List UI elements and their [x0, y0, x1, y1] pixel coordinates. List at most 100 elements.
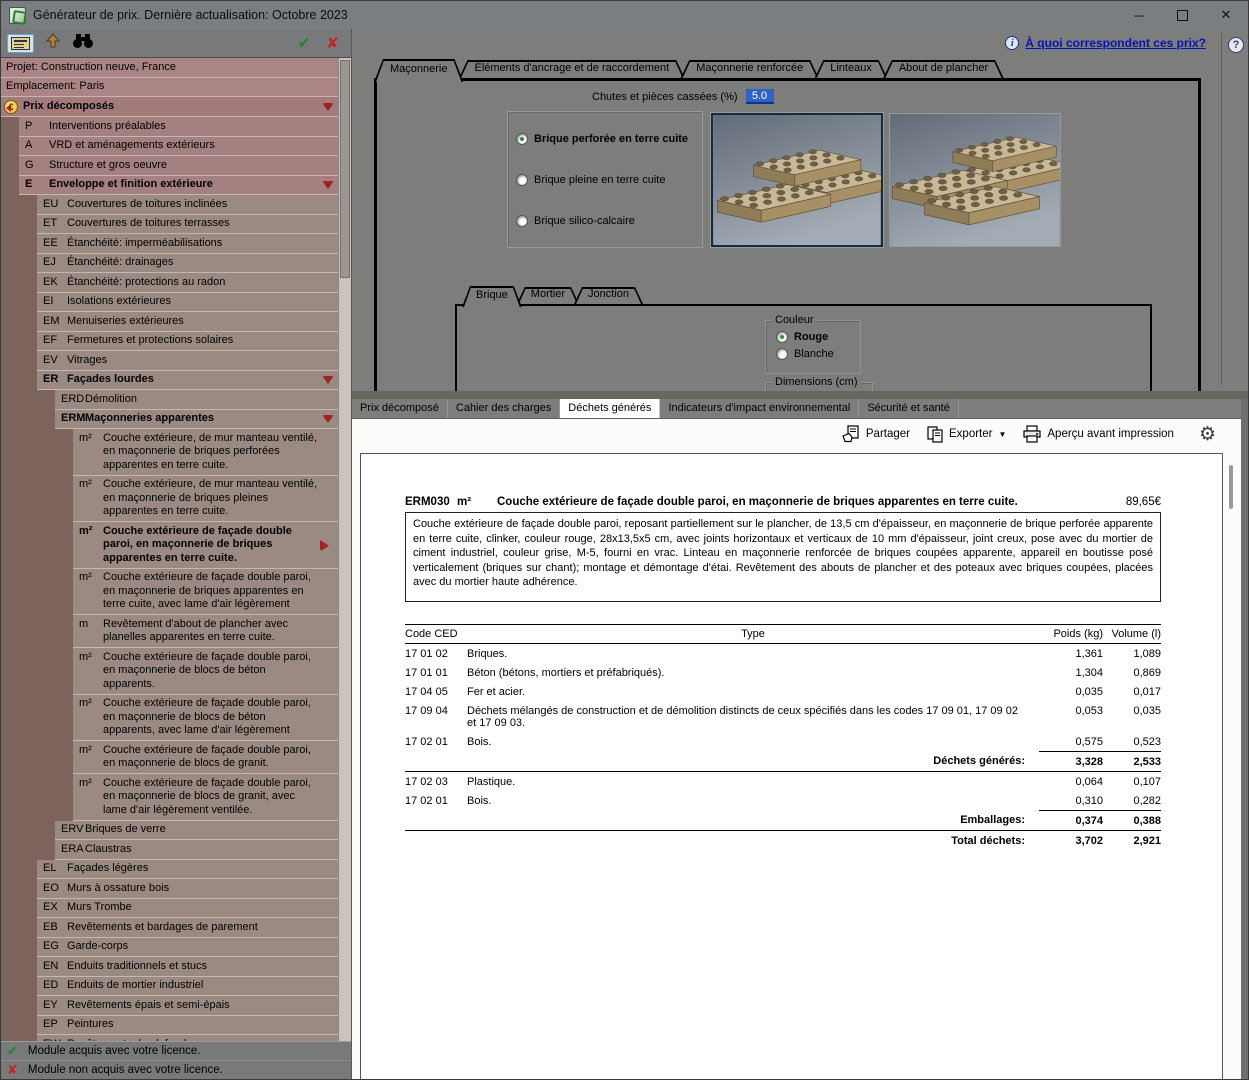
tree-item-p[interactable]: P Interventions préalables — [1, 117, 338, 137]
search-button[interactable] — [72, 33, 94, 54]
radio-icon[interactable] — [516, 214, 528, 227]
tree-item-ev[interactable]: EV Vitrages — [1, 351, 338, 371]
tree-item-em[interactable]: EM Menuiseries extérieures — [1, 312, 338, 332]
close-button[interactable]: ✕ — [1218, 7, 1234, 23]
group-option[interactable]: Rouge — [776, 331, 852, 343]
collapse-arrow-icon[interactable] — [323, 102, 333, 115]
vertical-separator — [1221, 33, 1222, 385]
tree-scrollbar-thumb[interactable] — [340, 60, 350, 278]
brick-type-option[interactable]: Brique pleine en terre cuite — [516, 173, 694, 186]
tab-prix-d-compos-[interactable]: Prix décomposé — [352, 399, 448, 418]
tree-item-ed[interactable]: ED Enduits de mortier industriel — [1, 976, 338, 996]
tab-cahier-des-charges[interactable]: Cahier des charges — [448, 399, 561, 418]
brick-image-alt[interactable] — [889, 113, 1061, 247]
tree-item-erv[interactable]: ERV Briques de verre — [1, 820, 338, 840]
subtab-mortier[interactable]: Mortier — [517, 287, 579, 304]
accept-button[interactable]: ✔ — [298, 34, 311, 52]
tree-item-erm[interactable]: ERM Maçonneries apparentes — [1, 409, 338, 429]
tree-item-el[interactable]: EL Façades légères — [1, 859, 338, 879]
collapse-arrow-icon[interactable] — [323, 414, 333, 427]
tree-item-eu[interactable]: EU Couvertures de toitures inclinées — [1, 195, 338, 215]
tree-item-ex[interactable]: EX Murs Trombe — [1, 898, 338, 918]
tree-item-leaf[interactable]: m Revêtement d'about de plancher avec pla… — [1, 615, 338, 648]
price-help-link[interactable]: À quoi correspondent ces prix? — [1025, 36, 1206, 50]
tab--l-ments-d-ancrage-et-de-raccordement[interactable]: Éléments d'ancrage et de raccordement — [458, 60, 685, 79]
tree-item-eb[interactable]: EB Revêtements et bardages de parement — [1, 918, 338, 938]
tree-item-er[interactable]: ER Façades lourdes — [1, 370, 338, 390]
tree-item-ei[interactable]: EI Isolations extérieures — [1, 292, 338, 312]
tree-item-leaf[interactable]: m² Couche extérieure, de mur manteau vent… — [1, 475, 338, 522]
tree-item-code: ERV — [61, 823, 84, 835]
print-preview-button[interactable]: Aperçu avant impression — [1017, 423, 1179, 445]
group-option[interactable]: Blanche — [776, 348, 852, 360]
tab-d-chets-g-n-r-s[interactable]: Déchets générés — [560, 399, 661, 418]
tree-item-eg[interactable]: EG Garde-corps — [1, 937, 338, 957]
euro-icon: € — [4, 99, 18, 114]
waste-input[interactable]: 5.0 — [745, 89, 774, 104]
tree-item-g[interactable]: G Structure et gros oeuvre — [1, 156, 338, 176]
tree-item-ek[interactable]: EK Étanchéité: protections au radon — [1, 273, 338, 293]
subtab-brique[interactable]: Brique — [462, 286, 522, 307]
document-scrollbar-thumb[interactable] — [1229, 465, 1233, 509]
tree-root-prix-decomposes[interactable]: € Prix décomposés — [1, 97, 338, 117]
tree-item-et[interactable]: ET Couvertures de toitures terrasses — [1, 214, 338, 234]
tree-item-leaf[interactable]: m² Couche extérieure de façade double par… — [1, 774, 338, 821]
tree-item-era[interactable]: ERA Claustras — [1, 840, 338, 860]
tree-item-label: Enveloppe et finition extérieure — [49, 178, 213, 190]
tree-item-leaf[interactable]: m² Couche extérieure de façade double par… — [1, 741, 338, 774]
tree-item-label: Murs Trombe — [67, 901, 132, 913]
brick-type-option[interactable]: Brique perforée en terre cuite — [516, 132, 694, 145]
tab-indicateurs-d-impact-environnemental[interactable]: Indicateurs d'impact environnemental — [660, 399, 860, 418]
tree-scrollbar[interactable] — [338, 58, 351, 1041]
tree-item-label: Enduits traditionnels et stucs — [67, 959, 208, 972]
cell-type: Fer et acier. — [467, 685, 526, 698]
radio-icon[interactable] — [516, 173, 528, 186]
tree-item-label: Façades légères — [67, 862, 149, 874]
collapse-arrow-icon[interactable] — [323, 375, 333, 388]
tree-item-ee[interactable]: EE Étanchéité: imperméabilisations — [1, 234, 338, 254]
help-icon[interactable]: ? — [1228, 37, 1244, 53]
brick-image-selected[interactable] — [710, 112, 884, 248]
tab-s-curit-et-sant-[interactable]: Sécurité et santé — [859, 399, 959, 418]
tab-linteaux[interactable]: Linteaux — [814, 60, 888, 79]
collapse-arrow-icon[interactable] — [323, 180, 333, 193]
radio-icon[interactable] — [776, 331, 788, 343]
tree-item-ef[interactable]: EF Fermetures et protections solaires — [1, 331, 338, 351]
tree-item-label: Vitrages — [67, 353, 108, 366]
tree-item-erd[interactable]: ERD Démolition — [1, 390, 338, 410]
tree-item-leaf[interactable]: m² Couche extérieure de façade double par… — [1, 522, 338, 569]
tree-item-a[interactable]: A VRD et aménagements extérieurs — [1, 136, 338, 156]
subtab-jonction[interactable]: Jonction — [574, 287, 643, 304]
tree-item-leaf[interactable]: m² Couche extérieure de façade double par… — [1, 648, 338, 695]
up-level-button[interactable] — [44, 32, 62, 54]
share-button[interactable]: Partager — [837, 423, 915, 445]
settings-gear-icon[interactable]: ⚙ — [1199, 423, 1216, 445]
tree-item-label: Revêtements et bardages de parement — [67, 920, 258, 933]
tree-item-leaf[interactable]: m² Couche extérieure, de mur manteau vent… — [1, 429, 338, 476]
tab-ma-onnerie-renforc-e[interactable]: Maçonnerie renforcée — [680, 60, 819, 79]
export-button[interactable]: Exporter ▼ — [921, 423, 1011, 445]
minimize-button[interactable]: ─ — [1131, 8, 1147, 23]
brick-type-option[interactable]: Brique silico-calcaire — [516, 214, 694, 227]
tree-item-eo[interactable]: EO Murs à ossature bois — [1, 879, 338, 899]
tab-ma-onnerie[interactable]: Maçonnerie — [374, 59, 463, 82]
tree-item-e[interactable]: E Enveloppe et finition extérieure — [1, 175, 338, 195]
table-row: 17 02 03 Plastique. 0,064 0,107 — [405, 772, 1161, 792]
tree-item-ej[interactable]: EJ Étanchéité: drainages — [1, 253, 338, 273]
tree-item-label: Étanchéité: drainages — [67, 256, 174, 268]
radio-icon[interactable] — [776, 348, 788, 360]
tree-item-leaf[interactable]: m² Couche extérieure de façade double par… — [1, 694, 338, 741]
tree-item-en[interactable]: EN Enduits traditionnels et stucs — [1, 957, 338, 977]
radio-icon[interactable] — [516, 132, 528, 145]
cancel-button[interactable]: ✘ — [326, 34, 339, 52]
masonry-tabs: Maçonnerie Éléments d'ancrage et de racco… — [374, 56, 999, 79]
detail-view-button[interactable] — [7, 33, 34, 53]
maximize-button[interactable] — [1177, 9, 1188, 21]
tree-item-code: ERM — [61, 412, 86, 424]
document-scrollbar[interactable] — [1229, 461, 1234, 861]
tree-item-leaf[interactable]: m² Couche extérieure de façade double par… — [1, 568, 338, 615]
tree-item-ey[interactable]: EY Revêtements épais et semi-épais — [1, 996, 338, 1016]
legend-row: ✔ Module acquis avec votre licence. — [1, 1042, 351, 1061]
tab-about-de-plancher[interactable]: About de plancher — [883, 60, 1004, 79]
tree-item-ep[interactable]: EP Peintures — [1, 1015, 338, 1035]
